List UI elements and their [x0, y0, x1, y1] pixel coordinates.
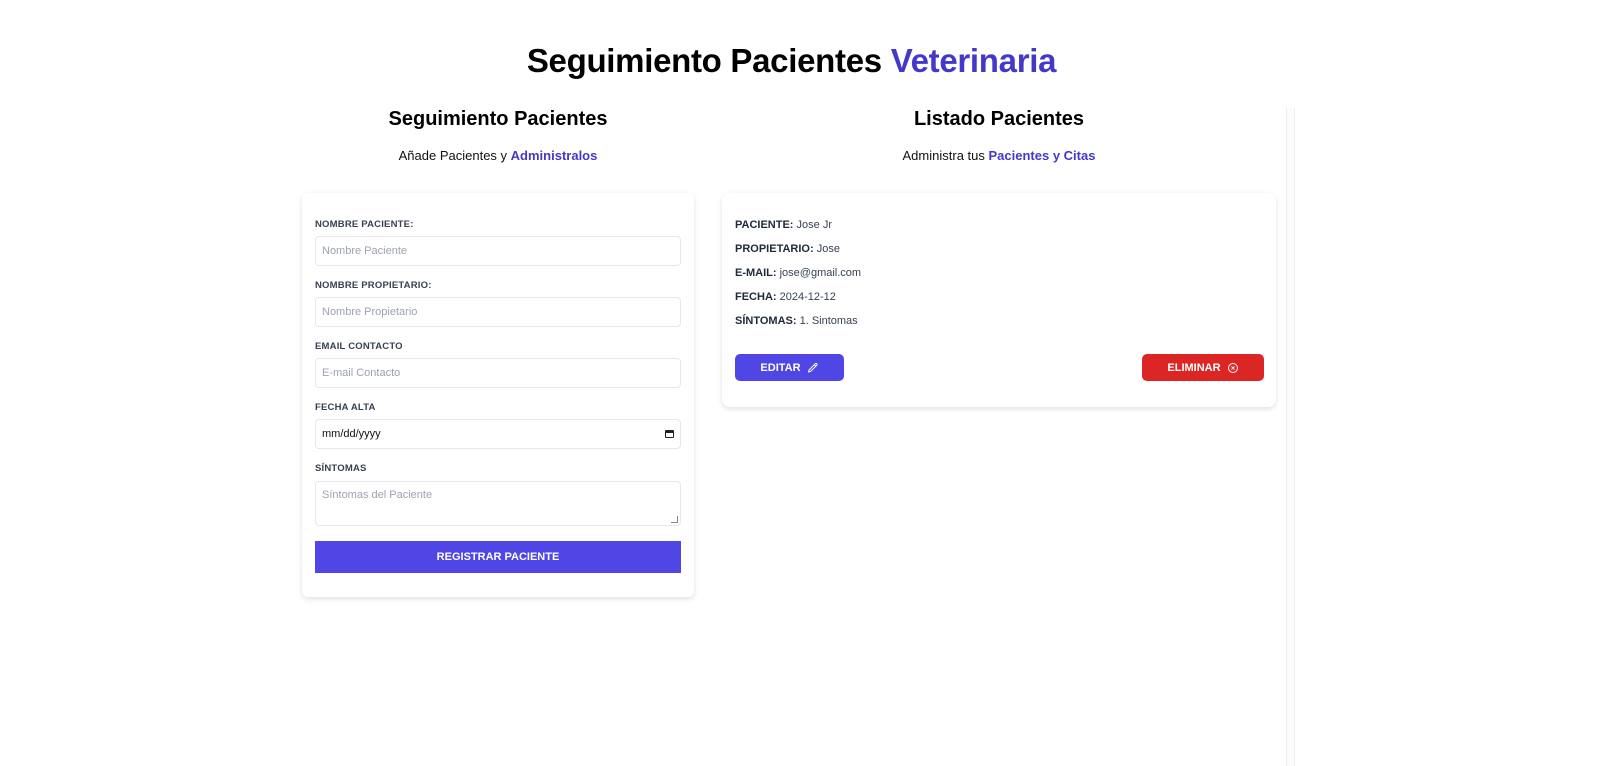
- owner-row: Propietario: Jose: [735, 243, 840, 255]
- date-label: Fecha Alta: [315, 402, 376, 413]
- email-input[interactable]: [315, 358, 681, 388]
- email-row: E-mail: jose@gmail.com: [735, 267, 861, 279]
- symptoms-wrapper: [315, 481, 681, 526]
- symptoms-field-value: 1. Sintomas: [799, 315, 858, 327]
- list-subtitle-highlight: Pacientes y Citas: [988, 148, 1096, 163]
- scrollbar[interactable]: [1286, 108, 1295, 766]
- resize-handle[interactable]: [671, 516, 678, 523]
- symptoms-row: Síntomas: 1. Sintomas: [735, 315, 858, 327]
- pencil-icon: [807, 362, 819, 374]
- patient-name-input[interactable]: [315, 236, 681, 266]
- symptoms-field-label: Síntomas:: [735, 315, 797, 327]
- owner-field-value: Jose: [816, 243, 840, 255]
- list-subtitle-prefix: Administra tus: [902, 148, 985, 163]
- form-subtitle-highlight: Administralos: [510, 148, 598, 163]
- list-section-title: Listado Pacientes: [913, 108, 1085, 130]
- patient-name-label: Nombre Paciente:: [315, 219, 414, 230]
- form-section-title: Seguimiento Pacientes: [388, 108, 608, 130]
- date-input-value: mm/dd/yyyy: [322, 428, 381, 440]
- patient-name-row: Paciente: Jose Jr: [735, 219, 832, 231]
- owner-name-label: Nombre Propietario:: [315, 280, 432, 291]
- patient-card: Paciente: Jose Jr Propietario: Jose E-ma…: [722, 193, 1276, 407]
- x-circle-icon: [1227, 362, 1239, 374]
- owner-field-label: Propietario:: [735, 243, 814, 255]
- email-field-value: jose@gmail.com: [779, 267, 862, 279]
- list-section-subtitle: Administra tus Pacientes y Citas: [722, 148, 1276, 163]
- symptoms-label: Síntomas: [315, 463, 367, 474]
- email-field-label: E-mail:: [735, 267, 777, 279]
- page-title-accent: Veterinaria: [890, 42, 1057, 79]
- symptoms-textarea[interactable]: [315, 481, 681, 526]
- form-section-subtitle: Añade Pacientes y Administralos: [302, 148, 694, 163]
- edit-button[interactable]: Editar: [735, 354, 844, 381]
- date-row: Fecha: 2024-12-12: [735, 291, 836, 303]
- delete-button[interactable]: Eliminar: [1142, 354, 1264, 381]
- delete-button-label: Eliminar: [1167, 361, 1221, 374]
- date-field-value: 2024-12-12: [779, 291, 836, 303]
- owner-name-input[interactable]: [315, 297, 681, 327]
- date-input[interactable]: mm/dd/yyyy: [315, 419, 681, 449]
- form-subtitle-prefix: Añade Pacientes y: [398, 148, 508, 163]
- patient-field-value: Jose Jr: [796, 219, 832, 231]
- patient-field-label: Paciente:: [735, 219, 794, 231]
- register-patient-button[interactable]: Registrar Paciente: [315, 541, 681, 573]
- email-label: Email Contacto: [315, 341, 403, 352]
- page-title-main: Seguimiento Pacientes: [526, 42, 882, 79]
- date-field-label: Fecha:: [735, 291, 777, 303]
- edit-button-label: Editar: [760, 361, 801, 374]
- patient-form: Nombre Paciente: Nombre Propietario: Ema…: [302, 193, 694, 597]
- calendar-icon[interactable]: [665, 430, 674, 438]
- page-title: Seguimiento Pacientes Veterinaria: [0, 42, 1583, 80]
